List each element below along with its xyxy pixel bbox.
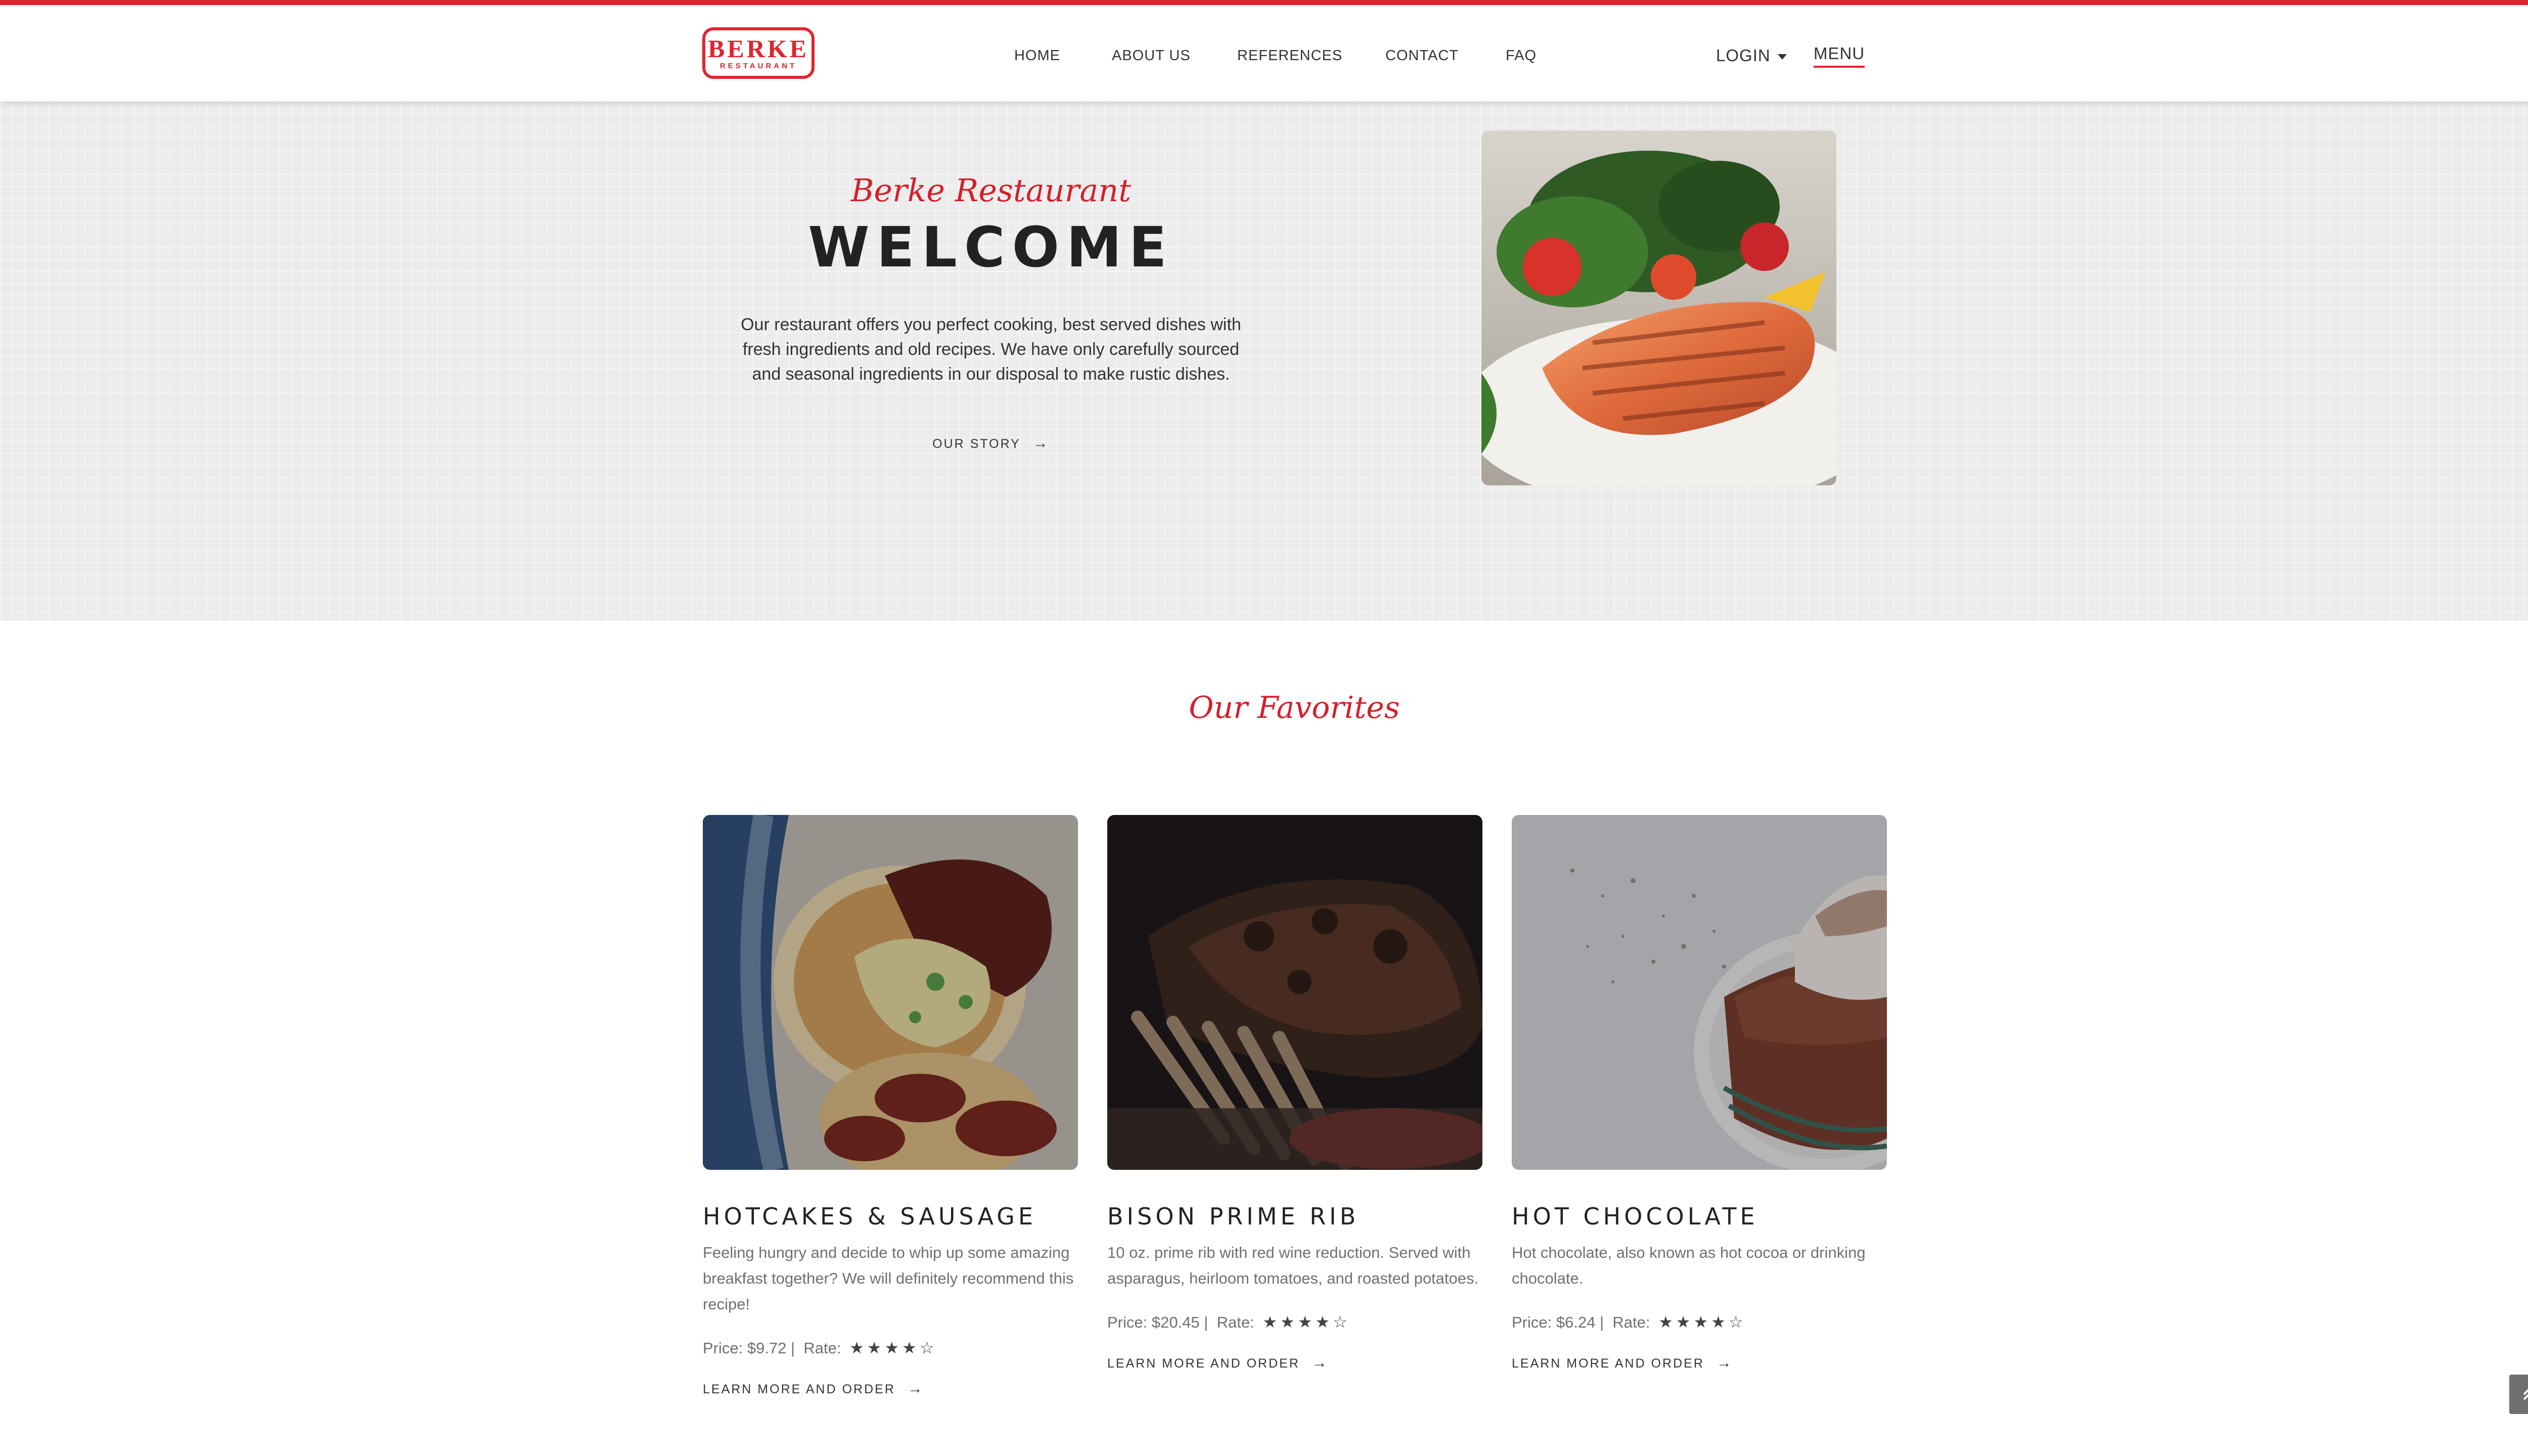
our-story-link[interactable]: OUR STORY → xyxy=(708,435,1274,452)
our-story-label: OUR STORY xyxy=(932,437,1021,451)
favorite-card: HOTCAKES & SAUSAGE Feeling hungry and de… xyxy=(703,815,1078,1397)
double-chevron-up-icon xyxy=(2523,1389,2528,1400)
dish-price: Price: $6.24 | xyxy=(1512,1313,1604,1331)
dish-meta: Price: $20.45 | Rate: ★★★★☆ xyxy=(1107,1309,1482,1335)
top-accent-bar xyxy=(0,0,2528,5)
nav-references[interactable]: REFERENCES xyxy=(1237,41,1342,70)
star-rating-icon: ★★★★☆ xyxy=(1658,1313,1746,1331)
dish-description: Feeling hungry and decide to whip up som… xyxy=(703,1244,1074,1313)
star-rating-icon: ★★★★☆ xyxy=(1262,1313,1350,1331)
hero-section: Berke Restaurant WELCOME Our restaurant … xyxy=(0,101,2528,621)
rate-label: Rate: xyxy=(803,1339,841,1357)
chevron-down-icon xyxy=(1777,54,1787,60)
learn-more-link[interactable]: LEARN MORE AND ORDER → xyxy=(1512,1354,1887,1372)
image-overlay xyxy=(1107,815,1482,1170)
grilled-salmon-photo xyxy=(1481,130,1836,485)
dish-price: Price: $20.45 | xyxy=(1107,1313,1208,1331)
nav-contact[interactable]: CONTACT xyxy=(1385,41,1459,70)
favorite-dish-image[interactable] xyxy=(703,815,1078,1170)
dish-description: 10 oz. prime rib with red wine reduction… xyxy=(1107,1244,1479,1287)
dish-title: HOTCAKES & SAUSAGE xyxy=(703,1203,1036,1230)
image-overlay xyxy=(703,815,1078,1170)
image-overlay xyxy=(1512,815,1887,1170)
hero-title: WELCOME xyxy=(808,215,1174,280)
star-rating-icon: ★★★★☆ xyxy=(849,1339,937,1357)
nav-faq[interactable]: FAQ xyxy=(1506,41,1537,70)
learn-more-label: LEARN MORE AND ORDER xyxy=(703,1382,895,1396)
favorite-dish-image[interactable] xyxy=(1512,815,1887,1170)
site-header: BERKE RESTAURANT HOME ABOUT US REFERENCE… xyxy=(0,5,2528,101)
rate-label: Rate: xyxy=(1216,1313,1254,1331)
hero-description: Our restaurant offers you perfect cookin… xyxy=(741,315,1241,384)
dish-title: HOT CHOCOLATE xyxy=(1512,1203,1758,1230)
learn-more-label: LEARN MORE AND ORDER xyxy=(1512,1356,1704,1371)
dish-description: Hot chocolate, also known as hot cocoa o… xyxy=(1512,1244,1866,1287)
main-nav: HOME ABOUT US REFERENCES CONTACT FAQ LOG… xyxy=(0,41,2528,70)
back-to-top-button[interactable] xyxy=(2509,1375,2528,1414)
arrow-right-icon: → xyxy=(907,1380,924,1397)
nav-home[interactable]: HOME xyxy=(1014,41,1060,70)
favorites-heading: Our Favorites xyxy=(1189,690,1400,725)
hero-dish-image xyxy=(1481,130,1836,485)
learn-more-link[interactable]: LEARN MORE AND ORDER → xyxy=(703,1380,1078,1397)
nav-about-us[interactable]: ABOUT US xyxy=(1112,41,1191,70)
arrow-right-icon: → xyxy=(1032,435,1050,451)
dish-meta: Price: $6.24 | Rate: ★★★★☆ xyxy=(1512,1309,1887,1335)
favorite-card: BISON PRIME RIB 10 oz. prime rib with re… xyxy=(1107,815,1482,1372)
learn-more-link[interactable]: LEARN MORE AND ORDER → xyxy=(1107,1354,1482,1372)
arrow-right-icon: → xyxy=(1716,1354,1733,1371)
login-label: LOGIN xyxy=(1716,46,1771,65)
menu-link[interactable]: MENU xyxy=(1814,41,1865,68)
dish-title: BISON PRIME RIB xyxy=(1107,1203,1360,1230)
hero-subtitle: Berke Restaurant xyxy=(850,172,1132,209)
dish-price: Price: $9.72 | xyxy=(703,1339,795,1357)
learn-more-label: LEARN MORE AND ORDER xyxy=(1107,1356,1300,1371)
arrow-right-icon: → xyxy=(1312,1354,1329,1371)
favorite-dish-image[interactable] xyxy=(1107,815,1482,1170)
login-dropdown[interactable]: LOGIN xyxy=(1716,41,1787,70)
dish-meta: Price: $9.72 | Rate: ★★★★☆ xyxy=(703,1335,1078,1361)
rate-label: Rate: xyxy=(1612,1313,1650,1331)
favorite-card: HOT CHOCOLATE Hot chocolate, also known … xyxy=(1512,815,1887,1372)
